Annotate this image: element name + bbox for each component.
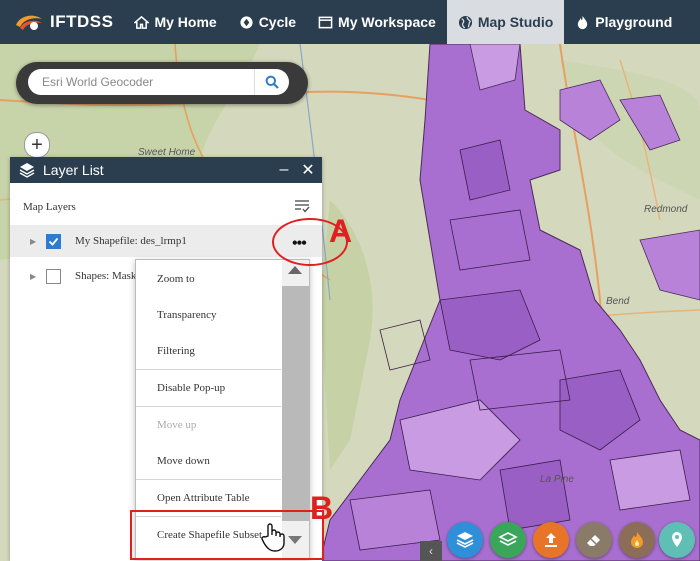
section-title: Map Layers [23, 201, 76, 213]
menu-item-filtering[interactable]: Filtering [136, 333, 281, 369]
nav-label: Playground [595, 14, 673, 30]
nav-my-home[interactable]: My Home [123, 0, 227, 44]
nav-label: My Workspace [338, 14, 436, 30]
layer-label: Shapes: Mask [75, 270, 137, 282]
nav-cycle[interactable]: Cycle [228, 0, 307, 44]
widget-upload-button[interactable] [533, 522, 569, 558]
map-label-town: Bend [606, 296, 630, 307]
nav-my-workspace[interactable]: My Workspace [307, 0, 447, 44]
widget-bar-prev-button[interactable]: ‹ [420, 541, 442, 561]
eraser-icon [587, 535, 600, 546]
pin-icon [672, 532, 682, 547]
widget-layer-stack-button[interactable] [490, 522, 526, 558]
nav-map-studio[interactable]: Map Studio [446, 0, 565, 44]
home-icon [134, 15, 150, 29]
widget-fire-button[interactable] [619, 522, 655, 558]
menu-item-disable-popup[interactable]: Disable Pop-up [136, 370, 281, 406]
layer-checkbox[interactable] [46, 268, 61, 284]
nav-label: Cycle [258, 14, 297, 30]
minimize-button[interactable]: – [274, 161, 294, 179]
nav-playground[interactable]: Playground [564, 0, 683, 44]
map-label-town: Redmond [644, 204, 688, 215]
check-icon [48, 237, 59, 246]
brand-name: IFTDSS [50, 12, 114, 31]
layers-icon [19, 163, 35, 178]
brand[interactable]: IFTDSS [0, 0, 123, 44]
layer-stack-icon [498, 532, 518, 546]
widget-eraser-button[interactable] [576, 522, 612, 558]
upload-icon [545, 533, 557, 547]
geocoder-search: Esri World Geocoder [16, 62, 308, 104]
scroll-thumb[interactable] [282, 286, 309, 521]
map-label-town: La Pine [540, 474, 574, 485]
menu-item-move-up: Move up [157, 419, 197, 431]
fire-icon [631, 532, 643, 548]
cycle-icon [240, 15, 253, 29]
widget-layers-button[interactable] [447, 522, 483, 558]
search-icon [265, 75, 279, 89]
annotation-label-b: B [310, 490, 334, 526]
annotation-label-a: A [329, 213, 353, 249]
panel-header: Layer List – ✕ [10, 157, 322, 183]
top-navbar: IFTDSS My Home Cycle My Workspace Map St… [0, 0, 700, 44]
annotation-highlight-box [130, 510, 324, 560]
panel-title: Layer List [43, 162, 104, 178]
menu-item-move-down[interactable]: Move down [136, 443, 281, 479]
expand-caret-icon[interactable]: ▶ [30, 237, 38, 246]
menu-item-zoom-to[interactable]: Zoom to [136, 261, 281, 297]
layer-label: My Shapefile: des_lrmp1 [75, 235, 187, 247]
nav-label: My Home [154, 14, 217, 30]
close-button[interactable]: ✕ [298, 160, 318, 180]
workspace-icon [318, 16, 333, 28]
nav-label: Map Studio [477, 14, 554, 30]
search-button[interactable] [254, 69, 289, 95]
menu-item-transparency[interactable]: Transparency [136, 297, 281, 333]
search-input[interactable]: Esri World Geocoder [28, 69, 254, 95]
layer-checkbox[interactable] [46, 233, 61, 249]
scroll-up-arrow-icon[interactable] [288, 266, 302, 274]
iftdss-logo-icon [16, 15, 42, 30]
expand-caret-icon[interactable]: ▶ [30, 272, 38, 281]
widget-pin-button[interactable] [659, 522, 695, 558]
fire-icon [578, 15, 588, 29]
filter-list-icon[interactable] [293, 197, 311, 215]
globe-icon [458, 15, 472, 29]
layers-icon [456, 532, 474, 548]
zoom-in-button[interactable]: + [24, 132, 50, 158]
